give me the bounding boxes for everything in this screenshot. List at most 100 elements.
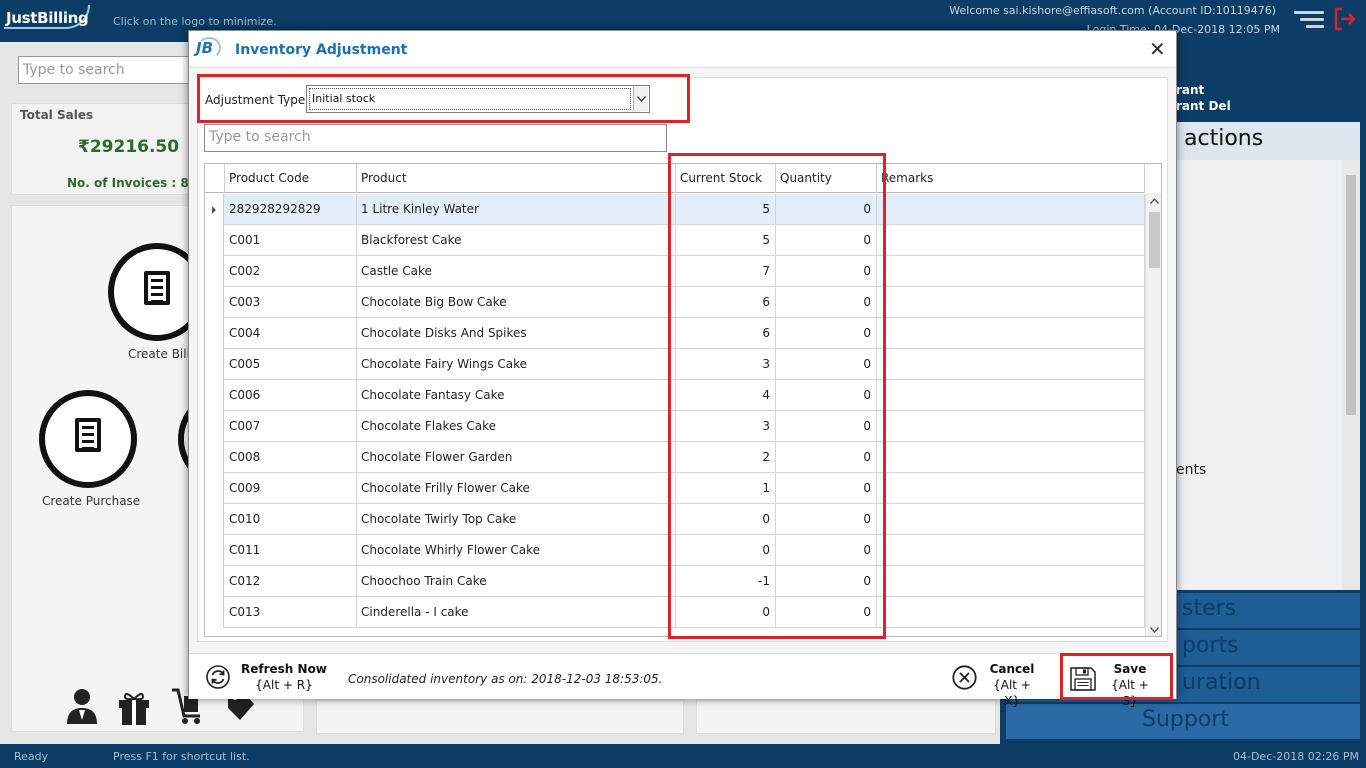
inventory-adjustment-dialog: JB Inventory Adjustment ✕ Adjustment Typ… (188, 30, 1177, 708)
status-ready: Ready (14, 750, 49, 763)
highlight-save-button (1060, 653, 1173, 700)
store-name-2: rant Del (1176, 99, 1231, 113)
cell-product-code: C010 (225, 504, 357, 535)
scroll-down-icon[interactable] (1146, 621, 1161, 636)
cell-product: Chocolate Frilly Flower Cake (357, 473, 676, 504)
row-indicator[interactable] (205, 473, 224, 504)
logo-hint: Click on the logo to minimize. (113, 15, 277, 28)
row-indicator[interactable] (205, 566, 224, 597)
row-indicator[interactable] (205, 504, 224, 535)
cell-product-code: C008 (225, 442, 357, 473)
cell-remarks[interactable] (877, 442, 1145, 473)
row-indicator[interactable] (205, 380, 224, 411)
row-indicator[interactable] (205, 442, 224, 473)
transactions-scroll-thumb[interactable] (1346, 175, 1356, 415)
cell-product: Cinderella - I cake (357, 597, 676, 628)
cell-product: Chocolate Disks And Spikes (357, 318, 676, 349)
cell-product-code: C001 (225, 225, 357, 256)
highlight-adjustment-type (197, 74, 690, 123)
current-row-arrow-icon (212, 206, 216, 214)
cell-product-code: C009 (225, 473, 357, 504)
cell-product-code: C002 (225, 256, 357, 287)
header-product-code[interactable]: Product Code (225, 164, 357, 193)
cell-remarks[interactable] (877, 349, 1145, 380)
dashboard-card-middle (316, 700, 684, 734)
refresh-now-shortcut: {Alt + R} (255, 678, 313, 692)
create-purchase-label: Create Purchase (42, 494, 141, 508)
logout-icon[interactable] (1333, 6, 1357, 32)
cell-remarks[interactable] (877, 318, 1145, 349)
dialog-footer: Refresh Now {Alt + R} Consolidated inven… (189, 653, 1176, 708)
cell-product-code: C007 (225, 411, 357, 442)
cell-product-code: C004 (225, 318, 357, 349)
gift-icon[interactable] (117, 690, 151, 726)
cell-product: Chocolate Twirly Top Cake (357, 504, 676, 535)
refresh-now-button[interactable]: Refresh Now {Alt + R} (241, 661, 327, 693)
invoice-count: No. of Invoices : 8 (67, 176, 189, 190)
row-indicator[interactable] (205, 349, 224, 380)
dialog-title-bar: JB Inventory Adjustment ✕ (189, 31, 1176, 68)
cell-remarks[interactable] (877, 535, 1145, 566)
row-indicator[interactable] (205, 287, 224, 318)
cell-product-code: C005 (225, 349, 357, 380)
status-bar: Ready Press F1 for shortcut list. 04-Dec… (0, 744, 1366, 768)
cell-remarks[interactable] (877, 380, 1145, 411)
cell-product-code: C006 (225, 380, 357, 411)
cell-product: Chocolate Fairy Wings Cake (357, 349, 676, 380)
cell-product: Chocolate Flower Garden (357, 442, 676, 473)
status-datetime: 04-Dec-2018 02:26 PM (1233, 750, 1360, 763)
support-menu[interactable]: Support (1006, 704, 1360, 740)
cancel-shortcut: {Alt + X} (993, 678, 1031, 708)
row-indicator[interactable] (205, 194, 224, 225)
header-remarks[interactable]: Remarks (877, 164, 1145, 193)
row-indicator[interactable] (205, 411, 224, 442)
row-indicator[interactable] (205, 597, 224, 628)
menu-icon[interactable] (1294, 11, 1324, 29)
app-logo[interactable]: JustBilling (6, 9, 89, 27)
cell-remarks[interactable] (877, 411, 1145, 442)
cell-remarks[interactable] (877, 256, 1145, 287)
cell-remarks[interactable] (877, 225, 1145, 256)
header-row-indicator (205, 164, 225, 193)
welcome-text: Welcome sai.kishore@effiasoft.com (Accou… (949, 4, 1276, 17)
cell-remarks[interactable] (877, 194, 1145, 225)
row-indicator[interactable] (205, 256, 224, 287)
row-indicator[interactable] (205, 225, 224, 256)
cancel-label: Cancel (989, 662, 1035, 676)
dialog-title: Inventory Adjustment (235, 42, 408, 58)
store-name-1: rant (1176, 83, 1205, 97)
cell-product: Chocolate Flakes Cake (357, 411, 676, 442)
cell-product-code: C012 (225, 566, 357, 597)
header-product[interactable]: Product (357, 164, 676, 193)
total-sales-label: Total Sales (20, 108, 94, 122)
create-purchase-tile[interactable] (39, 390, 137, 488)
cell-product: Chocolate Fantasy Cake (357, 380, 676, 411)
cell-product: Chocolate Big Bow Cake (357, 287, 676, 318)
cell-product-code: C011 (225, 535, 357, 566)
refresh-icon[interactable] (206, 665, 230, 689)
cell-product-code: 282928292829 (225, 194, 357, 225)
transactions-list-item[interactable]: ents (1176, 462, 1206, 478)
grid-scroll-thumb[interactable] (1149, 212, 1160, 268)
cell-remarks[interactable] (877, 473, 1145, 504)
cell-product: Castle Cake (357, 256, 676, 287)
row-indicator[interactable] (205, 318, 224, 349)
product-search-input[interactable]: Type to search (204, 124, 667, 152)
cancel-icon[interactable] (952, 665, 977, 690)
grid-scrollbar[interactable] (1145, 193, 1161, 636)
cell-product: Choochoo Train Cake (357, 566, 676, 597)
jb-logo-icon: JB (196, 39, 214, 57)
status-shortcut-hint: Press F1 for shortcut list. (113, 750, 250, 763)
cancel-button[interactable]: Cancel {Alt + X} (985, 661, 1039, 709)
cell-product: Chocolate Whirly Flower Cake (357, 535, 676, 566)
cell-remarks[interactable] (877, 287, 1145, 318)
scroll-up-icon[interactable] (1146, 193, 1161, 210)
row-indicator[interactable] (205, 535, 224, 566)
cell-remarks[interactable] (877, 597, 1145, 628)
cell-remarks[interactable] (877, 566, 1145, 597)
customer-icon[interactable] (64, 686, 100, 726)
cell-remarks[interactable] (877, 504, 1145, 535)
dashboard-search-input[interactable]: Type to search (18, 56, 198, 84)
refresh-now-label: Refresh Now (241, 662, 327, 676)
close-icon[interactable]: ✕ (1149, 39, 1166, 59)
